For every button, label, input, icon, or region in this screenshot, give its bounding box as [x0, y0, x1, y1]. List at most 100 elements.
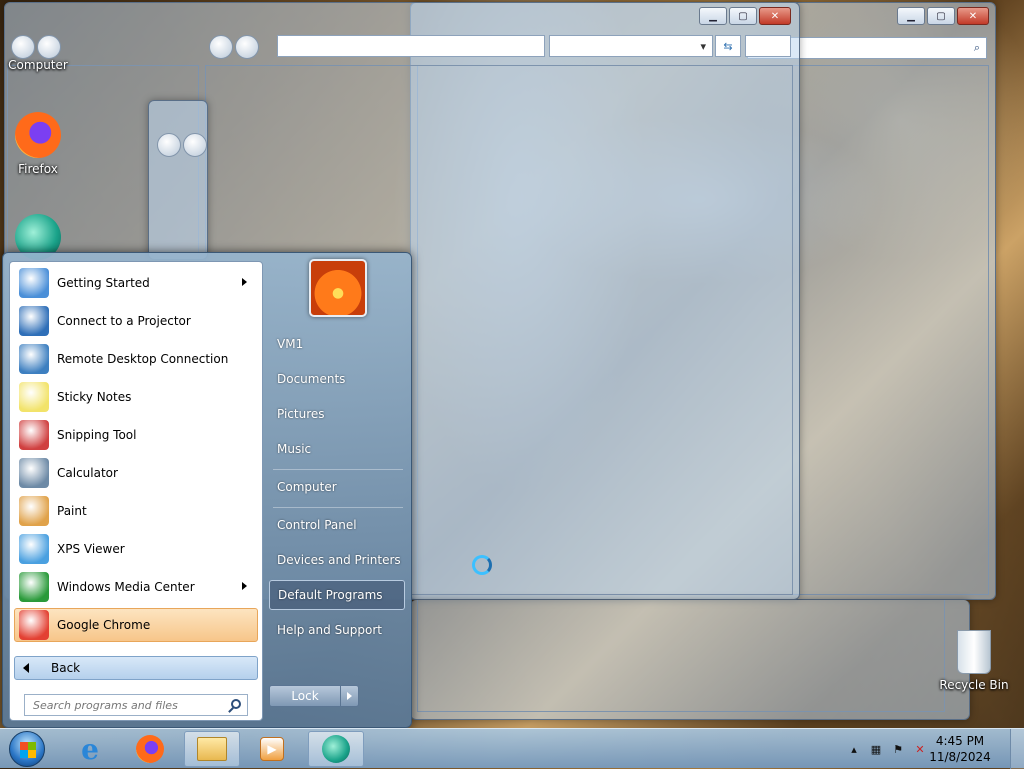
window-controls: ▁ ▢ ✕ — [699, 7, 791, 25]
taskbar: e ▶ ▴ ▦ ⚑ ✕ 4:45 PM 11/8/2024 — [0, 728, 1024, 769]
firefox-icon — [15, 112, 61, 158]
start-menu-place-item[interactable]: Documents — [269, 364, 405, 394]
start-menu-place-item[interactable]: Pictures — [269, 399, 405, 429]
taskbar-internet-explorer[interactable]: e — [62, 731, 118, 767]
program-item[interactable]: Snipping Tool — [14, 418, 258, 452]
volume-muted-icon[interactable]: ✕ — [912, 741, 928, 757]
program-item[interactable]: Getting Started — [14, 266, 258, 300]
app-icon — [322, 735, 350, 763]
program-item[interactable]: XPS Viewer — [14, 532, 258, 566]
back-nav-icon[interactable] — [209, 35, 233, 59]
taskbar-media-player[interactable]: ▶ — [244, 731, 300, 767]
show-desktop-button[interactable] — [1010, 729, 1024, 769]
network-icon[interactable]: ▦ — [868, 741, 884, 757]
lock-button[interactable]: Lock — [269, 685, 359, 707]
start-menu-place-item[interactable]: Control Panel — [269, 510, 405, 540]
program-item[interactable]: Windows Media Center — [14, 570, 258, 604]
program-item-label: Remote Desktop Connection — [57, 352, 229, 366]
program-item[interactable]: Sticky Notes — [14, 380, 258, 414]
lock-button-label: Lock — [291, 689, 319, 703]
internet-explorer-icon: e — [81, 732, 99, 766]
chevron-down-icon: ▾ — [700, 40, 706, 53]
start-menu-place-item[interactable]: Computer — [269, 472, 405, 502]
window-controls: ▁ ▢ ✕ — [897, 7, 989, 25]
action-center-flag-icon[interactable]: ⚑ — [890, 741, 906, 757]
close-icon[interactable]: ✕ — [957, 7, 989, 25]
desktop-icon-firefox[interactable]: Firefox — [0, 112, 76, 176]
start-menu-place-item[interactable]: Devices and Printers — [269, 545, 405, 575]
program-item-label: Snipping Tool — [57, 428, 137, 442]
show-hidden-icons-icon[interactable]: ▴ — [846, 741, 862, 757]
recycle-bin-icon — [957, 630, 991, 674]
search-input[interactable]: Search programs and files — [24, 694, 248, 716]
program-item-label: Google Chrome — [57, 618, 151, 632]
window-search-field[interactable] — [745, 35, 791, 57]
program-item[interactable]: Paint — [14, 494, 258, 528]
window-background-bottom[interactable] — [410, 600, 970, 720]
scissors-icon — [19, 420, 49, 450]
clock-date: 11/8/2024 — [929, 750, 991, 764]
desktop-icon-recycle-bin[interactable]: Recycle Bin — [936, 630, 1012, 692]
search-icon — [231, 699, 241, 709]
projector-icon — [19, 306, 49, 336]
windows-logo-icon — [9, 731, 45, 767]
search-placeholder: Search programs and files — [33, 698, 178, 712]
back-nav-icon[interactable] — [11, 35, 35, 59]
minimize-icon[interactable]: ▁ — [897, 7, 925, 25]
maximize-icon[interactable]: ▢ — [729, 7, 757, 25]
taskbar-firefox[interactable] — [122, 731, 178, 767]
program-item[interactable]: Connect to a Projector — [14, 304, 258, 338]
back-nav-icon[interactable] — [157, 133, 181, 157]
program-item-label: Sticky Notes — [57, 390, 132, 404]
window-background-small[interactable] — [148, 100, 208, 260]
program-item-label: XPS Viewer — [57, 542, 125, 556]
taskbar-file-explorer[interactable] — [184, 731, 240, 767]
minimize-icon[interactable]: ▁ — [699, 7, 727, 25]
system-clock[interactable]: 4:45 PM 11/8/2024 — [928, 733, 992, 765]
submenu-arrow-icon — [242, 582, 247, 590]
program-item[interactable]: Google Chrome — [14, 608, 258, 642]
busy-cursor-icon — [472, 555, 492, 575]
start-menu-place-item[interactable]: VM1 — [269, 329, 405, 359]
power-options-arrow-icon[interactable] — [340, 686, 358, 706]
user-avatar[interactable] — [309, 259, 367, 317]
refresh-button[interactable]: ⇆ — [715, 35, 741, 57]
program-item[interactable]: Calculator — [14, 456, 258, 490]
start-menu-place-item[interactable]: Music — [269, 434, 405, 464]
submenu-arrow-icon — [242, 278, 247, 286]
getting-started-icon — [19, 268, 49, 298]
media-player-icon: ▶ — [260, 737, 284, 761]
calculator-icon — [19, 458, 49, 488]
forward-nav-icon[interactable] — [37, 35, 61, 59]
program-item[interactable]: Remote Desktop Connection — [14, 342, 258, 376]
taskbar-app[interactable] — [308, 731, 364, 767]
program-item-label: Paint — [57, 504, 87, 518]
back-arrow-icon — [23, 663, 29, 673]
desktop-icon-label: Recycle Bin — [939, 678, 1009, 692]
start-menu: Getting Started Connect to a Projector Rem… — [2, 252, 412, 728]
start-button[interactable] — [0, 731, 54, 767]
start-menu-place-item[interactable]: Help and Support — [269, 615, 405, 645]
remote-desktop-icon — [19, 344, 49, 374]
start-menu-programs-pane: Getting Started Connect to a Projector Rem… — [9, 261, 263, 721]
desktop-icon-computer[interactable]: Computer — [0, 58, 76, 72]
desktop-icon-label: Computer — [8, 58, 68, 72]
separator — [273, 469, 403, 470]
paint-palette-icon — [19, 496, 49, 526]
firefox-icon — [136, 735, 164, 763]
address-dropdown[interactable]: ▾ — [549, 35, 713, 57]
clock-time: 4:45 PM — [935, 734, 985, 748]
forward-nav-icon[interactable] — [183, 133, 207, 157]
desktop-icon-label: Firefox — [18, 162, 58, 176]
program-item-label: Getting Started — [57, 276, 150, 290]
maximize-icon[interactable]: ▢ — [927, 7, 955, 25]
start-menu-place-item[interactable]: Default Programs — [269, 580, 405, 610]
forward-nav-icon[interactable] — [235, 35, 259, 59]
program-item-label: Calculator — [57, 466, 118, 480]
sticky-notes-icon — [19, 382, 49, 412]
program-item-label: Windows Media Center — [57, 580, 195, 594]
back-button-label: Back — [51, 661, 81, 675]
close-icon[interactable]: ✕ — [759, 7, 791, 25]
address-bar[interactable] — [277, 35, 545, 57]
back-button[interactable]: Back — [14, 656, 258, 680]
